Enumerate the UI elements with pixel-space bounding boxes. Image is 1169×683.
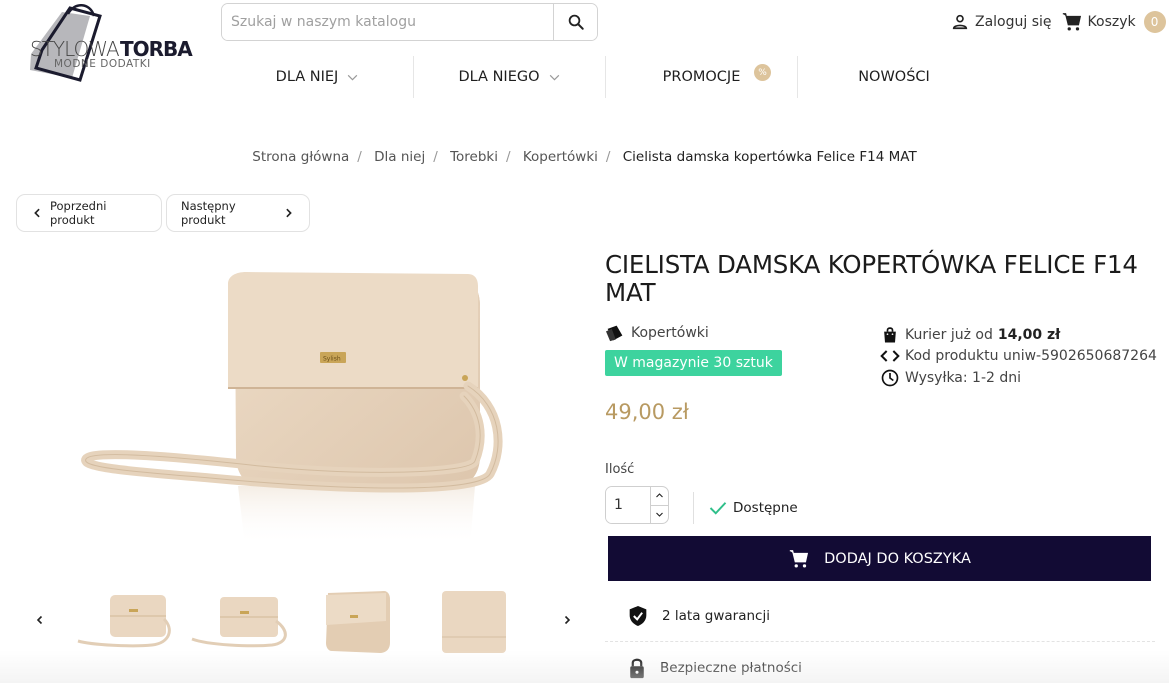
- product-main-image[interactable]: Sylish: [60, 246, 530, 546]
- cart-icon: [1062, 13, 1081, 31]
- product-code-info: Kod produktu uniw-5902650687264: [880, 346, 1157, 368]
- search-button[interactable]: [553, 4, 597, 40]
- shield-check-icon: [629, 605, 647, 626]
- cart-link[interactable]: Koszyk 0: [1061, 11, 1166, 33]
- add-to-cart-label: DODAJ DO KOSZYKA: [824, 550, 971, 567]
- chevron-up-icon: [656, 493, 663, 498]
- clutch-thumbnail-back: [442, 591, 506, 653]
- svg-text:MODNE DODATKI: MODNE DODATKI: [54, 58, 151, 70]
- cart-label: Koszyk: [1087, 14, 1136, 30]
- quantity-increase-button[interactable]: [651, 487, 668, 506]
- nav-item-label: PROMOCJE: [662, 69, 741, 85]
- chevron-right-icon: [564, 615, 571, 625]
- breadcrumb-link[interactable]: Torebki: [450, 149, 498, 165]
- feature-label: Bezpieczne płatności: [660, 660, 802, 676]
- thumbnail-image[interactable]: [420, 585, 526, 657]
- breadcrumb-current: Cielista damska kopertówka Felice F14 MA…: [622, 149, 917, 165]
- courier-prefix: Kurier już od: [905, 326, 993, 343]
- search-icon: [568, 14, 584, 30]
- chevron-right-icon: [286, 208, 292, 218]
- nav-item-nowosci[interactable]: NOWOŚCI: [798, 56, 990, 98]
- clutch-thumbnail-front: [77, 595, 171, 648]
- clock-icon: [881, 369, 899, 387]
- next-product-label: Następny produkt: [181, 199, 236, 227]
- thumbnail-image[interactable]: [188, 585, 294, 657]
- availability-label: Dostępne: [733, 500, 798, 516]
- cart-icon: [789, 549, 809, 568]
- main-navigation: DLA NIEJ DLA NIEGO PROMOCJE % NOWOŚCI: [222, 56, 990, 98]
- breadcrumb-link[interactable]: Kopertówki: [523, 149, 598, 165]
- lock-icon: [630, 658, 644, 679]
- nav-item-dla-niej[interactable]: DLA NIEJ: [222, 56, 414, 98]
- category-label: Kopertówki: [631, 325, 709, 341]
- chevron-left-icon: [34, 208, 40, 218]
- search-bar: [221, 3, 598, 41]
- thumbnail-next-arrow[interactable]: [557, 609, 577, 631]
- thumbnail-image[interactable]: [304, 585, 410, 657]
- previous-product-button[interactable]: Poprzedni produkt: [16, 194, 162, 232]
- shipping-time: Wysyłka: 1-2 dni: [905, 369, 1022, 386]
- login-link[interactable]: Zaloguj się: [950, 12, 1052, 32]
- chevron-down-icon: [656, 512, 663, 517]
- bag-category-icon: [606, 325, 623, 342]
- product-code: Kod produktu uniw-5902650687264: [905, 348, 1157, 365]
- nav-item-label: DLA NIEGO: [458, 69, 540, 85]
- clutch-thumbnail-side: [326, 591, 390, 653]
- login-label: Zaloguj się: [975, 14, 1052, 30]
- nav-item-dla-niego[interactable]: DLA NIEGO: [414, 56, 606, 98]
- svg-text:Sylish: Sylish: [323, 356, 341, 363]
- cart-count-badge: 0: [1143, 11, 1166, 33]
- feature-secure-payments: Bezpieczne płatności: [605, 642, 1155, 683]
- site-logo[interactable]: STYLOWA TORBA MODNE DODATKI: [28, 4, 203, 84]
- thumbnail-carousel: [20, 585, 590, 657]
- nav-item-label: NOWOŚCI: [858, 69, 930, 85]
- promo-percent-badge: %: [754, 64, 771, 81]
- quantity-stepper: [605, 486, 669, 524]
- chevron-down-icon: [348, 74, 358, 81]
- product-meta: Kurier już od 14,00 zł Kod produktu uniw…: [880, 324, 1157, 389]
- product-price: 49,00 zł: [605, 400, 689, 424]
- logo-bag-icon: STYLOWA TORBA MODNE DODATKI: [30, 4, 194, 82]
- add-to-cart-button[interactable]: DODAJ DO KOSZYKA: [608, 536, 1151, 581]
- stock-badge: W magazynie 30 sztuk: [605, 350, 782, 376]
- feature-warranty: 2 lata gwarancji: [605, 590, 1155, 642]
- user-icon: [952, 14, 968, 30]
- nav-item-promocje[interactable]: PROMOCJE %: [606, 56, 798, 98]
- product-title: CIELISTA DAMSKA KOPERTÓWKA FELICE F14 MA…: [605, 250, 1138, 307]
- breadcrumb: Strona główna / Dla niej / Torebki / Kopert…: [252, 149, 917, 165]
- code-icon: [880, 350, 900, 362]
- thumbnail-prev-arrow[interactable]: [30, 609, 50, 631]
- next-product-button[interactable]: Następny produkt: [166, 194, 310, 232]
- shipping-info: Wysyłka: 1-2 dni: [880, 367, 1157, 389]
- quantity-label: Ilość: [605, 462, 635, 477]
- availability-divider: [693, 492, 694, 524]
- breadcrumb-link[interactable]: Dla niej: [374, 149, 425, 165]
- breadcrumb-link[interactable]: Strona główna: [252, 149, 349, 165]
- feature-label: 2 lata gwarancji: [662, 607, 770, 624]
- courier-info: Kurier już od 14,00 zł: [880, 324, 1157, 346]
- clutch-thumbnail-angle: [191, 597, 287, 648]
- clutch-bag-image: Sylish: [81, 272, 503, 546]
- thumbnail-image[interactable]: [72, 585, 178, 657]
- check-icon: [709, 502, 727, 515]
- shopping-bag-icon: [884, 327, 896, 343]
- chevron-down-icon: [549, 74, 559, 81]
- availability-status: Dostępne: [709, 500, 798, 516]
- product-category-link[interactable]: Kopertówki: [605, 324, 709, 342]
- quantity-decrease-button[interactable]: [651, 506, 668, 524]
- previous-product-label: Poprzedni produkt: [49, 199, 107, 227]
- search-input[interactable]: [222, 4, 553, 40]
- quantity-input[interactable]: [606, 487, 650, 523]
- courier-price: 14,00 zł: [997, 326, 1061, 343]
- chevron-left-icon: [36, 615, 43, 625]
- nav-item-label: DLA NIEJ: [275, 69, 339, 85]
